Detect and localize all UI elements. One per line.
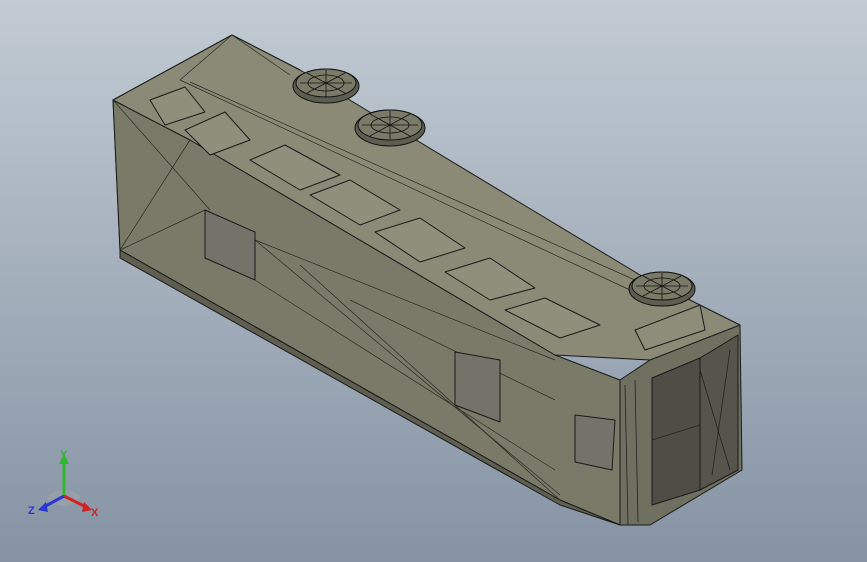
orientation-triad[interactable]: Y X Z bbox=[24, 446, 104, 526]
windshield bbox=[651, 357, 701, 506]
bus-model[interactable] bbox=[0, 0, 867, 562]
roof-fan-2 bbox=[354, 109, 426, 147]
x-axis-label: X bbox=[91, 507, 99, 519]
roof-fan-1 bbox=[292, 68, 360, 104]
z-axis-label: Z bbox=[28, 505, 35, 517]
door-panel bbox=[574, 414, 616, 471]
z-axis-head-icon bbox=[38, 502, 48, 512]
front-panel bbox=[699, 334, 739, 491]
y-axis-label: Y bbox=[60, 449, 68, 461]
3d-viewport[interactable]: Y X Z bbox=[0, 0, 867, 562]
roof-fan-3 bbox=[628, 271, 696, 307]
